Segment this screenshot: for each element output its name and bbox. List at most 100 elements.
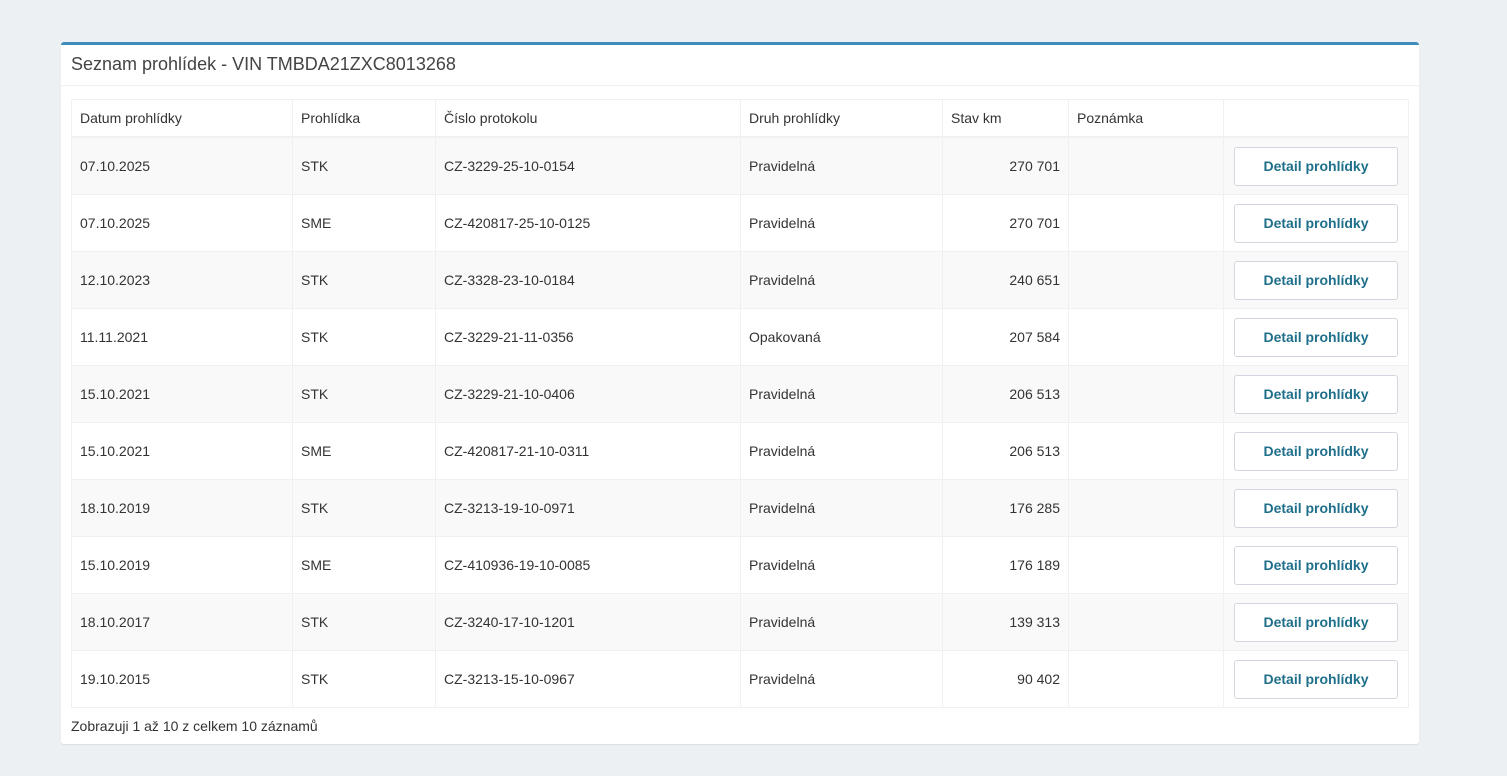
cell-km: 206 513 (942, 422, 1069, 480)
cell-action: Detail prohlídky (1223, 365, 1409, 423)
cell-protocol-number: CZ-410936-19-10-0085 (435, 536, 741, 594)
cell-inspection-kind: Opakovaná (740, 308, 943, 366)
cell-note (1068, 251, 1224, 309)
table-header-row: Datum prohlídky Prohlídka Číslo protokol… (71, 99, 1409, 138)
cell-note (1068, 479, 1224, 537)
cell-date: 07.10.2025 (71, 194, 293, 252)
cell-note (1068, 308, 1224, 366)
column-header-protocol[interactable]: Číslo protokolu (435, 99, 741, 138)
cell-km: 176 285 (942, 479, 1069, 537)
table-row: 15.10.2021 SME CZ-420817-21-10-0311 Prav… (71, 422, 1409, 480)
cell-action: Detail prohlídky (1223, 136, 1409, 195)
table-row: 18.10.2019 STK CZ-3213-19-10-0971 Pravid… (71, 479, 1409, 537)
cell-inspection-type: SME (292, 422, 436, 480)
cell-protocol-number: CZ-3328-23-10-0184 (435, 251, 741, 309)
detail-button[interactable]: Detail prohlídky (1234, 545, 1398, 585)
cell-note (1068, 422, 1224, 480)
cell-inspection-kind: Pravidelná (740, 479, 943, 537)
inspection-table: Datum prohlídky Prohlídka Číslo protokol… (71, 99, 1409, 708)
cell-note (1068, 365, 1224, 423)
cell-inspection-type: STK (292, 593, 436, 651)
detail-button[interactable]: Detail prohlídky (1234, 260, 1398, 300)
table-row: 15.10.2021 STK CZ-3229-21-10-0406 Pravid… (71, 365, 1409, 423)
cell-protocol-number: CZ-420817-21-10-0311 (435, 422, 741, 480)
cell-note (1068, 650, 1224, 708)
cell-inspection-type: STK (292, 251, 436, 309)
inspection-list-panel: Seznam prohlídek - VIN TMBDA21ZXC8013268… (61, 42, 1419, 744)
detail-button[interactable]: Detail prohlídky (1234, 602, 1398, 642)
cell-inspection-type: STK (292, 650, 436, 708)
table-info-text: Zobrazuji 1 až 10 z celkem 10 záznamů (71, 718, 318, 734)
cell-date: 18.10.2019 (71, 479, 293, 537)
cell-action: Detail prohlídky (1223, 308, 1409, 366)
cell-action: Detail prohlídky (1223, 479, 1409, 537)
table-row: 12.10.2023 STK CZ-3328-23-10-0184 Pravid… (71, 251, 1409, 309)
cell-protocol-number: CZ-3213-19-10-0971 (435, 479, 741, 537)
page-title: Seznam prohlídek - VIN TMBDA21ZXC8013268 (71, 54, 456, 74)
column-header-inspection[interactable]: Prohlídka (292, 99, 436, 138)
cell-note (1068, 593, 1224, 651)
column-header-date[interactable]: Datum prohlídky (71, 99, 293, 138)
column-header-km[interactable]: Stav km (942, 99, 1069, 138)
detail-button[interactable]: Detail prohlídky (1234, 374, 1398, 414)
cell-km: 206 513 (942, 365, 1069, 423)
table-row: 07.10.2025 SME CZ-420817-25-10-0125 Prav… (71, 194, 1409, 252)
table-row: 18.10.2017 STK CZ-3240-17-10-1201 Pravid… (71, 593, 1409, 651)
detail-button[interactable]: Detail prohlídky (1234, 488, 1398, 528)
cell-action: Detail prohlídky (1223, 593, 1409, 651)
cell-inspection-kind: Pravidelná (740, 650, 943, 708)
table-row: 15.10.2019 SME CZ-410936-19-10-0085 Prav… (71, 536, 1409, 594)
cell-protocol-number: CZ-3240-17-10-1201 (435, 593, 741, 651)
table-row: 19.10.2015 STK CZ-3213-15-10-0967 Pravid… (71, 650, 1409, 708)
cell-inspection-type: SME (292, 194, 436, 252)
cell-km: 270 701 (942, 136, 1069, 195)
cell-note (1068, 136, 1224, 195)
cell-action: Detail prohlídky (1223, 422, 1409, 480)
detail-button[interactable]: Detail prohlídky (1234, 659, 1398, 699)
cell-date: 19.10.2015 (71, 650, 293, 708)
detail-button[interactable]: Detail prohlídky (1234, 146, 1398, 186)
detail-button[interactable]: Detail prohlídky (1234, 317, 1398, 357)
cell-protocol-number: CZ-3229-21-11-0356 (435, 308, 741, 366)
cell-km: 240 651 (942, 251, 1069, 309)
cell-date: 18.10.2017 (71, 593, 293, 651)
cell-date: 15.10.2019 (71, 536, 293, 594)
cell-inspection-kind: Pravidelná (740, 365, 943, 423)
column-header-kind[interactable]: Druh prohlídky (740, 99, 943, 138)
cell-inspection-type: SME (292, 536, 436, 594)
cell-inspection-kind: Pravidelná (740, 251, 943, 309)
cell-inspection-kind: Pravidelná (740, 422, 943, 480)
cell-km: 207 584 (942, 308, 1069, 366)
cell-inspection-kind: Pravidelná (740, 536, 943, 594)
cell-inspection-type: STK (292, 365, 436, 423)
cell-action: Detail prohlídky (1223, 251, 1409, 309)
cell-inspection-type: STK (292, 479, 436, 537)
cell-note (1068, 194, 1224, 252)
cell-date: 15.10.2021 (71, 422, 293, 480)
cell-date: 07.10.2025 (71, 136, 293, 195)
cell-inspection-kind: Pravidelná (740, 136, 943, 195)
detail-button[interactable]: Detail prohlídky (1234, 203, 1398, 243)
cell-km: 90 402 (942, 650, 1069, 708)
cell-inspection-type: STK (292, 308, 436, 366)
cell-protocol-number: CZ-3213-15-10-0967 (435, 650, 741, 708)
cell-km: 270 701 (942, 194, 1069, 252)
cell-action: Detail prohlídky (1223, 536, 1409, 594)
cell-action: Detail prohlídky (1223, 194, 1409, 252)
column-header-action (1223, 99, 1409, 138)
cell-protocol-number: CZ-3229-21-10-0406 (435, 365, 741, 423)
cell-inspection-kind: Pravidelná (740, 194, 943, 252)
column-header-note[interactable]: Poznámka (1068, 99, 1224, 138)
cell-inspection-type: STK (292, 136, 436, 195)
cell-action: Detail prohlídky (1223, 650, 1409, 708)
cell-date: 12.10.2023 (71, 251, 293, 309)
table-row: 07.10.2025 STK CZ-3229-25-10-0154 Pravid… (71, 136, 1409, 195)
table-row: 11.11.2021 STK CZ-3229-21-11-0356 Opakov… (71, 308, 1409, 366)
cell-note (1068, 536, 1224, 594)
detail-button[interactable]: Detail prohlídky (1234, 431, 1398, 471)
cell-km: 176 189 (942, 536, 1069, 594)
cell-protocol-number: CZ-3229-25-10-0154 (435, 136, 741, 195)
panel-header: Seznam prohlídek - VIN TMBDA21ZXC8013268 (61, 45, 1419, 86)
inspection-table-wrapper: Datum prohlídky Prohlídka Číslo protokol… (71, 99, 1409, 708)
cell-date: 15.10.2021 (71, 365, 293, 423)
